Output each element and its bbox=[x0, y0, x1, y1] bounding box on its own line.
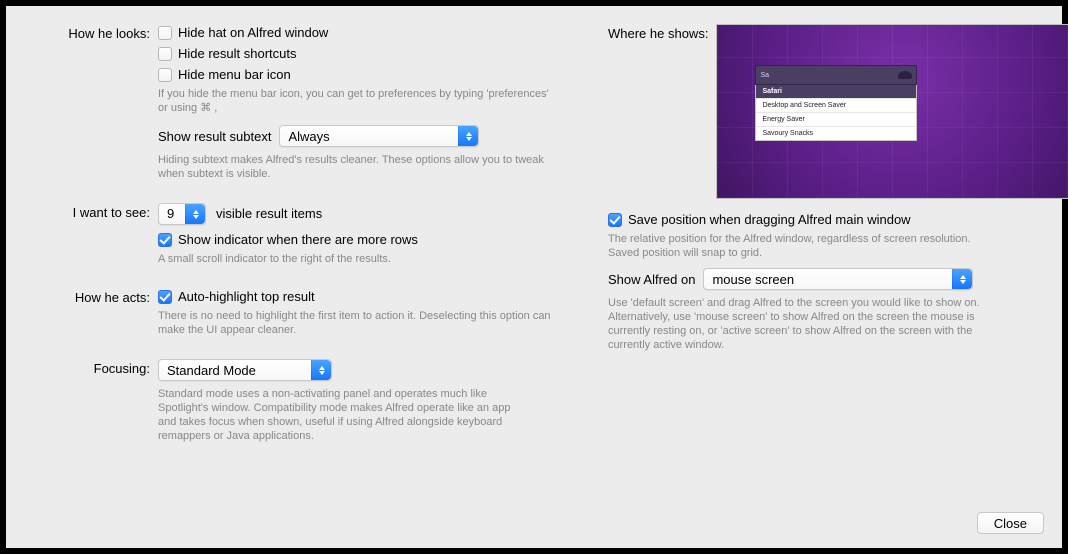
acts-label: How he acts: bbox=[26, 288, 158, 305]
alfred-results: Safari Desktop and Screen Saver Energy S… bbox=[755, 85, 917, 141]
preferences-pane: How he looks: Hide hat on Alfred window … bbox=[6, 6, 1062, 548]
indicator-checkbox[interactable] bbox=[158, 233, 172, 247]
hide-menubar-label: Hide menu bar icon bbox=[178, 66, 291, 84]
list-item: Savoury Snacks bbox=[756, 126, 916, 140]
subtext-label: Show result subtext bbox=[158, 129, 271, 144]
indicator-hint: A small scroll indicator to the right of… bbox=[158, 252, 552, 266]
show-on-label: Show Alfred on bbox=[608, 272, 695, 287]
list-item: Desktop and Screen Saver bbox=[756, 98, 916, 112]
position-preview[interactable]: Sa Safari Desktop and Screen Saver Energ… bbox=[716, 24, 1068, 199]
focusing-label: Focusing: bbox=[26, 359, 158, 376]
hide-hat-label: Hide hat on Alfred window bbox=[178, 24, 328, 42]
save-position-checkbox[interactable] bbox=[608, 213, 622, 227]
focusing-hint: Standard mode uses a non-activating pane… bbox=[158, 387, 518, 443]
show-on-select[interactable]: mouse screen bbox=[703, 268, 973, 290]
subtext-hint: Hiding subtext makes Alfred's results cl… bbox=[158, 153, 552, 181]
select-stepper-icon bbox=[458, 126, 478, 146]
alfred-hat-icon bbox=[898, 71, 912, 79]
save-position-hint: The relative position for the Alfred win… bbox=[608, 232, 988, 260]
list-item: Safari bbox=[756, 85, 916, 98]
visible-items-suffix: visible result items bbox=[216, 205, 322, 223]
shows-label: Where he shows: bbox=[608, 24, 716, 41]
select-stepper-icon bbox=[311, 360, 331, 380]
auto-highlight-checkbox[interactable] bbox=[158, 290, 172, 304]
select-stepper-icon bbox=[952, 269, 972, 289]
alfred-query: Sa bbox=[760, 72, 769, 79]
subtext-select[interactable]: Always bbox=[279, 125, 479, 147]
show-on-hint: Use 'default screen' and drag Alfred to … bbox=[608, 296, 988, 352]
stepper-icon bbox=[185, 204, 205, 224]
hide-hat-checkbox[interactable] bbox=[158, 26, 172, 40]
show-on-select-value: mouse screen bbox=[712, 272, 794, 287]
hide-menubar-hint: If you hide the menu bar icon, you can g… bbox=[158, 87, 552, 115]
see-label: I want to see: bbox=[26, 203, 158, 220]
hide-shortcuts-checkbox[interactable] bbox=[158, 47, 172, 61]
save-position-label: Save position when dragging Alfred main … bbox=[628, 211, 911, 229]
focusing-select[interactable]: Standard Mode bbox=[158, 359, 332, 381]
hide-menubar-checkbox[interactable] bbox=[158, 68, 172, 82]
looks-label: How he looks: bbox=[26, 24, 158, 41]
auto-highlight-label: Auto-highlight top result bbox=[178, 288, 315, 306]
visible-items-stepper[interactable]: 9 bbox=[158, 203, 206, 225]
visible-items-value: 9 bbox=[167, 205, 174, 223]
auto-highlight-hint: There is no need to highlight the first … bbox=[158, 309, 552, 337]
indicator-label: Show indicator when there are more rows bbox=[178, 231, 418, 249]
list-item: Energy Saver bbox=[756, 112, 916, 126]
hide-shortcuts-label: Hide result shortcuts bbox=[178, 45, 297, 63]
close-button[interactable]: Close bbox=[977, 512, 1044, 534]
subtext-select-value: Always bbox=[288, 129, 329, 144]
alfred-window-preview: Sa Safari Desktop and Screen Saver Energ… bbox=[755, 65, 917, 141]
focusing-select-value: Standard Mode bbox=[167, 363, 256, 378]
